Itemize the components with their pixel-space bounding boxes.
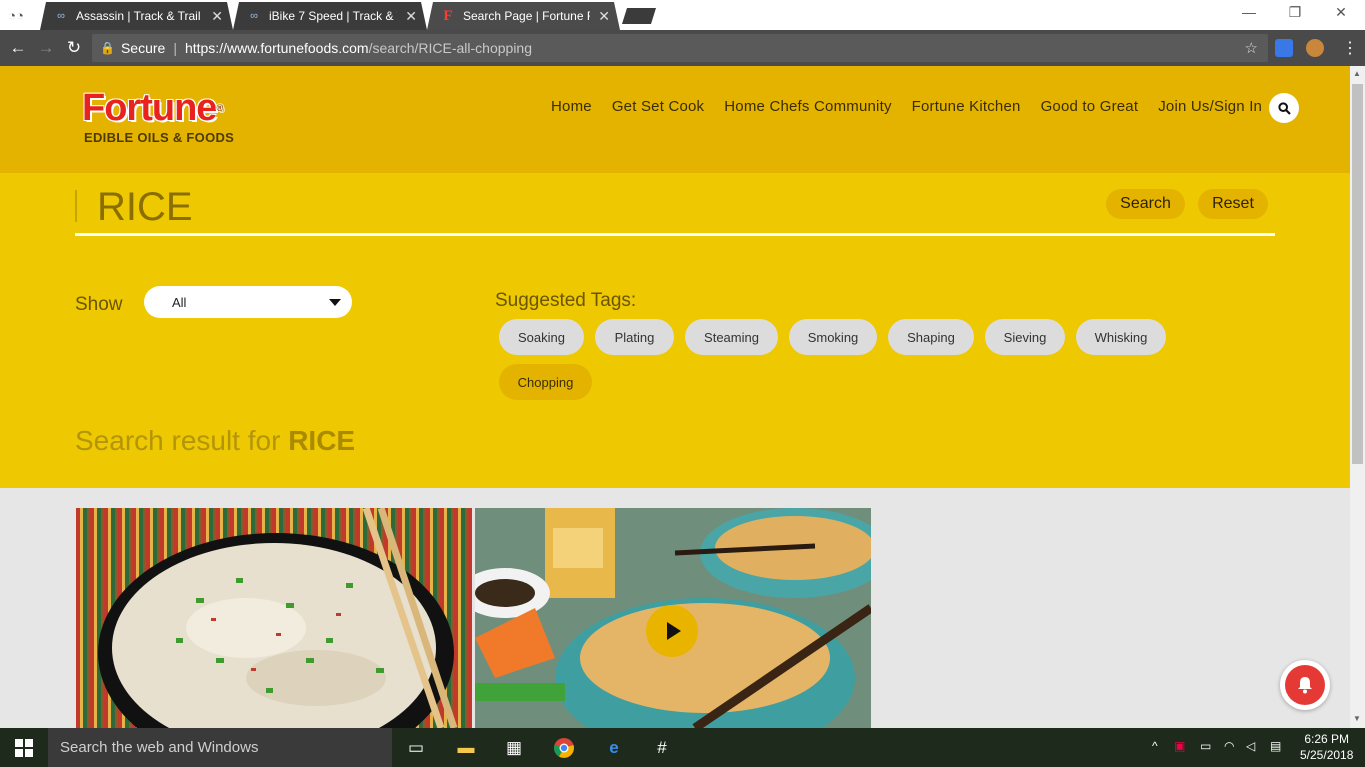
forward-icon[interactable]: → bbox=[35, 38, 57, 58]
tab-title: iBike 7 Speed | Track & Tr bbox=[269, 9, 398, 23]
close-tab-icon[interactable]: ✕ bbox=[211, 8, 223, 25]
play-video-button[interactable] bbox=[646, 605, 698, 657]
show-label: Show bbox=[75, 294, 123, 315]
battery-icon[interactable]: ▭ bbox=[1200, 739, 1211, 753]
tab-ibike[interactable]: ∞ iBike 7 Speed | Track & Tr ✕ bbox=[233, 2, 427, 30]
fried-rice-image bbox=[76, 508, 472, 728]
task-view-icon[interactable]: ▭ bbox=[404, 736, 428, 760]
taskbar-search-input[interactable]: Search the web and Windows bbox=[48, 728, 392, 767]
notification-bell-button[interactable] bbox=[1280, 660, 1330, 710]
tag-whisking[interactable]: Whisking bbox=[1076, 319, 1166, 355]
fortune-logo[interactable]: Fortune® EDIBLE OILS & FOODS bbox=[82, 88, 234, 145]
tray-app-icon[interactable]: ▣ bbox=[1174, 739, 1185, 753]
tag-sieving[interactable]: Sieving bbox=[985, 319, 1065, 355]
taskbar-clock[interactable]: 6:26 PM 5/25/2018 bbox=[1300, 731, 1353, 763]
nav-home[interactable]: Home bbox=[551, 98, 592, 115]
site-header: Fortune® EDIBLE OILS & FOODS Home Get Se… bbox=[0, 66, 1350, 173]
close-tab-icon[interactable]: ✕ bbox=[405, 8, 417, 25]
tab-assassin[interactable]: ∞ Assassin | Track & Trail ✕ bbox=[40, 2, 233, 30]
show-hidden-icons-icon[interactable]: ^ bbox=[1152, 739, 1158, 753]
search-query: RICE bbox=[97, 185, 193, 229]
result-term: RICE bbox=[288, 425, 356, 456]
restore-icon[interactable]: ❐ bbox=[1272, 4, 1318, 21]
tab-fortune-search[interactable]: F Search Page | Fortune Foo ✕ bbox=[427, 2, 620, 30]
show-select-value: All bbox=[172, 294, 187, 310]
minimize-icon[interactable]: — bbox=[1226, 4, 1272, 20]
reset-button[interactable]: Reset bbox=[1198, 189, 1268, 219]
browser-toolbar: ← → ↻ 🔒 Secure | https://www.fortunefood… bbox=[0, 30, 1365, 66]
url-separator: | bbox=[173, 40, 177, 56]
tab-title: Search Page | Fortune Foo bbox=[463, 9, 584, 23]
bike-favicon-icon: ∞ bbox=[57, 10, 65, 22]
close-window-icon[interactable]: ✕ bbox=[1318, 4, 1364, 21]
tag-shaping[interactable]: Shaping bbox=[888, 319, 974, 355]
chrome-icon[interactable] bbox=[552, 736, 576, 760]
scroll-thumb[interactable] bbox=[1352, 84, 1363, 464]
fortune-favicon-icon: F bbox=[443, 7, 453, 24]
bike-favicon-icon: ∞ bbox=[250, 10, 258, 22]
close-tab-icon[interactable]: ✕ bbox=[598, 8, 610, 25]
extension-icon[interactable] bbox=[1275, 39, 1293, 57]
reload-icon[interactable]: ↻ bbox=[63, 38, 85, 58]
url-path: /search/RICE-all-chopping bbox=[368, 40, 532, 56]
logo-registered: ® bbox=[216, 103, 223, 113]
action-center-icon[interactable]: ▤ bbox=[1270, 739, 1281, 753]
secure-label: Secure bbox=[120, 40, 166, 56]
nav-join-sign-in[interactable]: Join Us/Sign In bbox=[1158, 98, 1262, 115]
tag-chopping[interactable]: Chopping bbox=[499, 364, 592, 400]
search-input[interactable]: RICE Search Reset bbox=[75, 186, 1275, 236]
volume-icon[interactable]: ◁ bbox=[1246, 739, 1255, 753]
tag-plating[interactable]: Plating bbox=[595, 319, 674, 355]
play-icon bbox=[667, 622, 681, 640]
address-bar[interactable]: 🔒 Secure | https://www.fortunefoods.com … bbox=[92, 34, 1268, 62]
windows-taskbar: Search the web and Windows ▭ ▬ ▦ e # ^ ▣… bbox=[0, 728, 1365, 767]
browser-menu-icon[interactable]: ⋮ bbox=[1342, 38, 1358, 58]
new-tab-button[interactable] bbox=[622, 8, 656, 24]
header-search-icon[interactable] bbox=[1269, 93, 1299, 123]
tag-soaking[interactable]: Soaking bbox=[499, 319, 584, 355]
search-result-heading: Search result for RICE bbox=[75, 425, 355, 457]
clock-time: 6:26 PM bbox=[1304, 732, 1350, 746]
clock-date: 5/25/2018 bbox=[1300, 748, 1354, 762]
result-prefix: Search result for bbox=[75, 425, 281, 456]
cookie-extension-icon[interactable] bbox=[1306, 39, 1324, 57]
result-card-fried-rice[interactable] bbox=[76, 508, 472, 728]
chevron-down-icon bbox=[329, 299, 341, 306]
windows-start-icon[interactable] bbox=[0, 728, 48, 767]
logo-tagline: EDIBLE OILS & FOODS bbox=[84, 130, 235, 145]
search-caret bbox=[75, 190, 77, 222]
wifi-icon[interactable]: ◠ bbox=[1224, 739, 1234, 753]
logo-word: Fortune bbox=[82, 87, 217, 129]
edge-icon[interactable]: e bbox=[602, 736, 626, 760]
main-nav: Home Get Set Cook Home Chefs Community F… bbox=[551, 98, 1262, 115]
browser-tab-strip: ◔◔ ∞ Assassin | Track & Trail ✕ ∞ iBike … bbox=[0, 0, 1365, 30]
nav-home-chefs-community[interactable]: Home Chefs Community bbox=[724, 98, 891, 115]
bell-icon bbox=[1285, 665, 1325, 705]
store-icon[interactable]: ▦ bbox=[502, 736, 526, 760]
suggested-tags-title: Suggested Tags: bbox=[495, 290, 637, 311]
url-host: https://www.fortunefoods.com bbox=[184, 40, 369, 56]
tab-title: Assassin | Track & Trail bbox=[76, 9, 201, 23]
nav-fortune-kitchen[interactable]: Fortune Kitchen bbox=[912, 98, 1021, 115]
show-select[interactable]: All bbox=[144, 286, 352, 318]
nav-get-set-cook[interactable]: Get Set Cook bbox=[612, 98, 704, 115]
file-explorer-icon[interactable]: ▬ bbox=[454, 736, 478, 760]
back-icon[interactable]: ← bbox=[7, 38, 29, 58]
search-panel: RICE Search Reset Show All Suggested Tag… bbox=[0, 173, 1350, 488]
slack-icon[interactable]: # bbox=[650, 736, 674, 760]
lock-icon: 🔒 bbox=[100, 41, 115, 55]
tag-steaming[interactable]: Steaming bbox=[685, 319, 778, 355]
result-card-noodles-video[interactable] bbox=[475, 508, 871, 728]
page-scrollbar[interactable]: ▲ ▼ bbox=[1350, 66, 1365, 728]
incognito-icon: ◔◔ bbox=[8, 7, 24, 23]
search-button[interactable]: Search bbox=[1106, 189, 1185, 219]
nav-good-to-great[interactable]: Good to Great bbox=[1041, 98, 1139, 115]
scroll-down-icon[interactable]: ▼ bbox=[1353, 714, 1361, 723]
scroll-up-icon[interactable]: ▲ bbox=[1353, 69, 1361, 78]
tag-smoking[interactable]: Smoking bbox=[789, 319, 877, 355]
bookmark-star-icon[interactable]: ☆ bbox=[1245, 39, 1258, 57]
